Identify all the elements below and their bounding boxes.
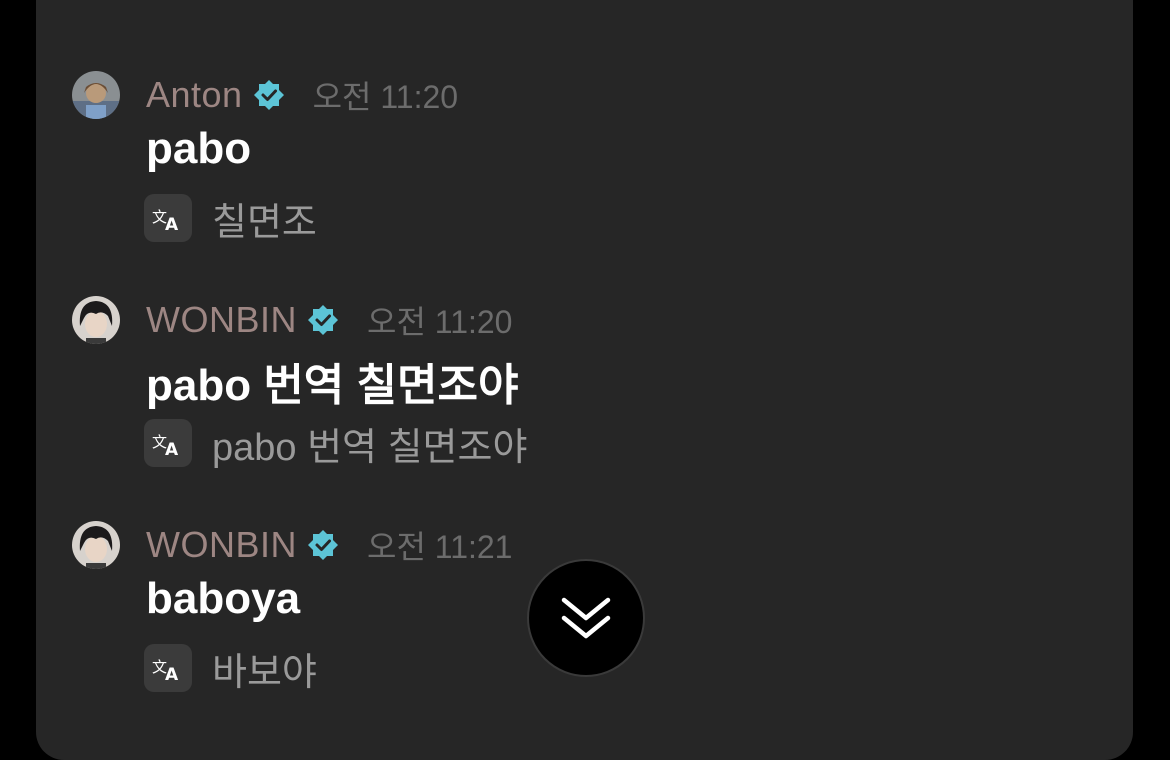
translation-row: 文 A pabo 번역 칠면조야 [144, 419, 527, 469]
translation-row: 文 A 바보야 [144, 644, 317, 694]
avatar[interactable] [72, 296, 120, 344]
double-chevron-down-icon [561, 597, 611, 639]
scroll-to-bottom-button[interactable] [527, 559, 645, 677]
author-name[interactable]: WONBIN [146, 299, 297, 341]
timestamp: 오전 11:21 [367, 529, 513, 565]
translated-text: pabo 번역 칠면조야 [212, 426, 528, 469]
verified-badge-icon [308, 305, 338, 335]
message-header: Anton 오전 11:20 [146, 73, 458, 117]
translation-row: 文 A 칠면조 [144, 194, 317, 244]
message-header: WONBIN 오전 11:21 [146, 523, 512, 567]
timestamp: 오전 11:20 [312, 79, 459, 115]
svg-text:A: A [165, 665, 179, 683]
translated-text: 칠면조 [212, 201, 317, 244]
svg-text:A: A [165, 215, 179, 233]
verified-badge-icon [253, 80, 284, 110]
translate-icon[interactable]: 文 A [144, 419, 192, 467]
svg-text:A: A [165, 440, 179, 458]
message-header: WONBIN 오전 11:20 [146, 298, 512, 342]
message-text: pabo 번역 칠면조야 [146, 361, 519, 410]
translate-icon[interactable]: 文 A [144, 644, 192, 692]
timestamp: 오전 11:20 [367, 304, 513, 340]
translated-text: 바보야 [212, 651, 317, 694]
author-name[interactable]: Anton [146, 74, 243, 116]
verified-badge-icon [308, 530, 338, 560]
message-text: pabo [146, 124, 252, 173]
translate-icon[interactable]: 文 A [144, 194, 192, 242]
message-text: baboya [146, 574, 301, 623]
cut-off-translation [150, 0, 161, 10]
avatar[interactable] [72, 71, 120, 119]
avatar[interactable] [72, 521, 120, 569]
author-name[interactable]: WONBIN [146, 524, 297, 566]
